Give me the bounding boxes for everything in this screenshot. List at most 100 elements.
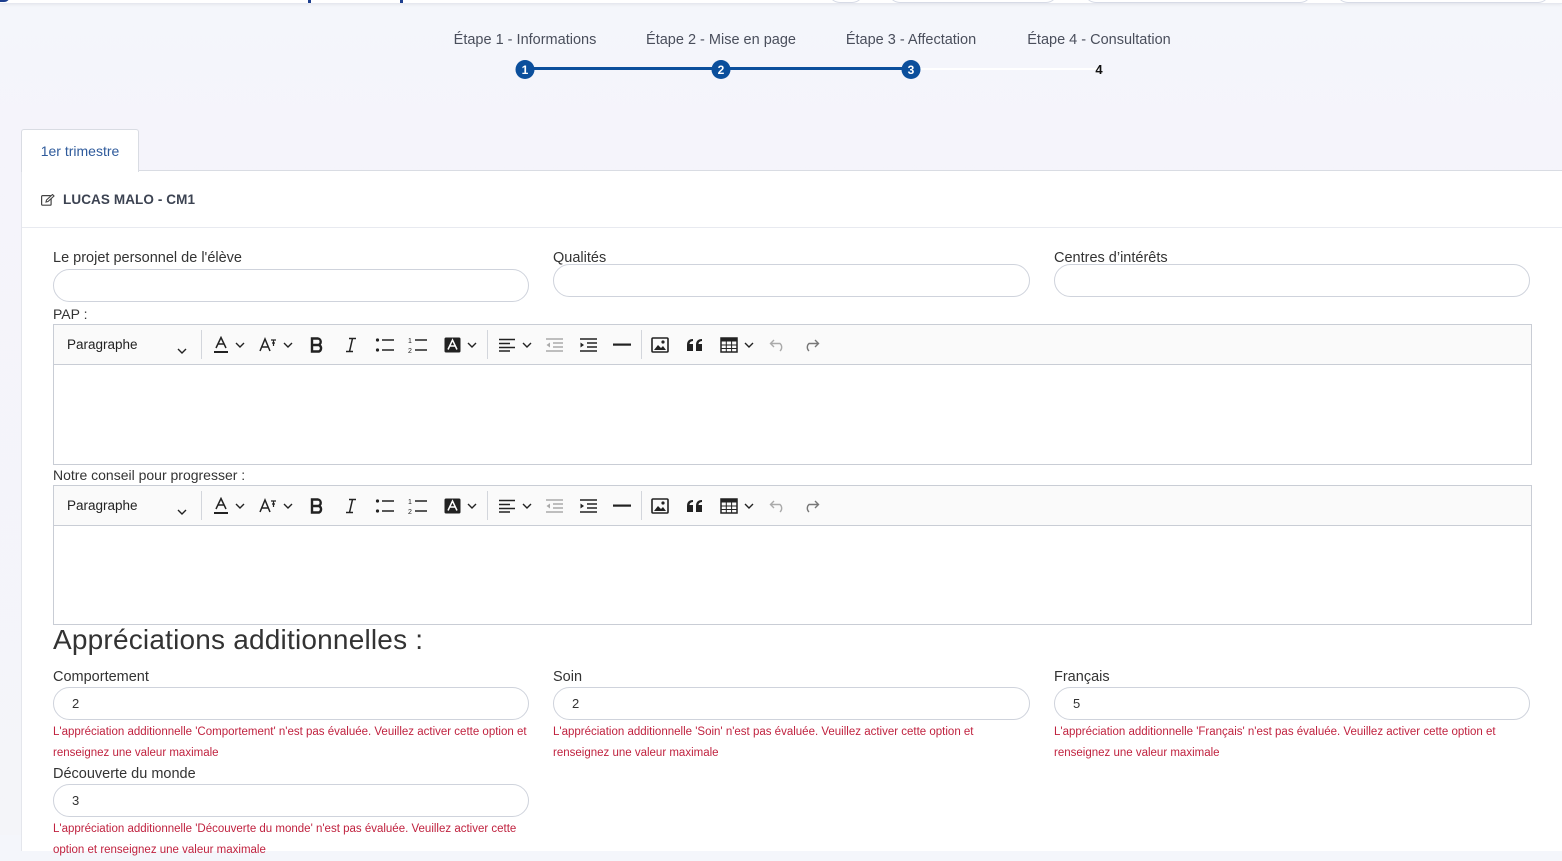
step-dot-2[interactable]: 2: [711, 60, 731, 79]
font-size-button[interactable]: [259, 495, 293, 517]
comportement-error: L'appréciation additionnelle 'Comporteme…: [53, 726, 527, 759]
svg-text:2: 2: [408, 348, 412, 354]
blockquote-icon: [686, 499, 704, 513]
toolbar-separator: [201, 330, 202, 359]
numbered-list-button[interactable]: 12: [408, 495, 428, 517]
align-button[interactable]: [498, 334, 532, 356]
step-label-2[interactable]: Étape 2 - Mise en page: [646, 32, 796, 48]
bold-icon: [310, 498, 324, 514]
align-icon: [498, 338, 516, 352]
conseil-editor-content[interactable]: [54, 526, 1531, 624]
undo-icon: [769, 338, 787, 352]
indent-button[interactable]: [579, 334, 598, 356]
block-format-dropdown[interactable]: Paragraphe: [54, 325, 194, 364]
toolbar-separator: [641, 330, 642, 359]
undo-icon: [769, 499, 787, 513]
italic-button[interactable]: [345, 334, 357, 356]
numbered-list-icon: 12: [408, 336, 428, 354]
chevron-down-icon: [235, 503, 245, 509]
soin-input[interactable]: [553, 687, 1030, 720]
outdent-icon: [545, 338, 564, 352]
font-color-button[interactable]: [213, 495, 245, 517]
step-dot-1[interactable]: 1: [515, 60, 535, 79]
image-icon: [651, 498, 669, 514]
soin-error: L'appréciation additionnelle 'Soin' n'es…: [553, 726, 974, 759]
bulleted-list-button[interactable]: [375, 334, 395, 356]
redo-icon: [802, 338, 820, 352]
chevron-down-icon: [744, 503, 754, 509]
bulleted-list-icon: [375, 498, 395, 514]
block-format-dropdown[interactable]: Paragraphe: [54, 486, 194, 525]
decouverte-label: Découverte du monde: [53, 766, 196, 782]
horizontal-line-button[interactable]: [613, 495, 631, 517]
decouverte-error: L'appréciation additionnelle 'Découverte…: [53, 823, 517, 856]
font-size-icon: [259, 337, 277, 353]
pap-editor-content[interactable]: [54, 365, 1531, 464]
italic-icon: [345, 337, 357, 353]
blockquote-button[interactable]: [686, 495, 704, 517]
horizontal-line-button[interactable]: [613, 334, 631, 356]
horizontal-line-icon: [613, 504, 631, 508]
block-format-label: Paragraphe: [67, 337, 138, 352]
stepper-remaining-line: [911, 68, 1099, 70]
font-color-icon: [213, 497, 229, 515]
chevron-down-icon: [522, 503, 532, 509]
editor-toolbar: Paragraphe 1 2: [54, 486, 1531, 526]
student-name-title: LUCAS MALO - CM1: [63, 192, 196, 207]
numbered-list-button[interactable]: 12: [408, 334, 428, 356]
step-label-1[interactable]: Étape 1 - Informations: [454, 32, 597, 48]
font-size-icon: [259, 498, 277, 514]
indent-button[interactable]: [579, 495, 598, 517]
centres-input[interactable]: [1054, 264, 1530, 297]
step-label-4[interactable]: Étape 4 - Consultation: [1027, 32, 1170, 48]
undo-button[interactable]: [769, 334, 787, 356]
image-button[interactable]: [651, 495, 669, 517]
chevron-down-icon: [467, 503, 477, 509]
toolbar-separator: [201, 491, 202, 520]
chevron-down-icon: [177, 502, 187, 520]
francais-input[interactable]: [1054, 687, 1530, 720]
highlight-button[interactable]: [444, 334, 477, 356]
indent-icon: [579, 338, 598, 352]
projet-input[interactable]: [53, 269, 529, 302]
projet-label: Le projet personnel de l'élève: [53, 250, 242, 266]
bulleted-list-button[interactable]: [375, 495, 395, 517]
redo-button[interactable]: [802, 334, 820, 356]
qualites-input[interactable]: [553, 264, 1030, 297]
francais-label: Français: [1054, 669, 1110, 685]
outdent-icon: [545, 499, 564, 513]
toolbar-separator: [641, 491, 642, 520]
bold-button[interactable]: [310, 334, 324, 356]
bold-button[interactable]: [310, 495, 324, 517]
comportement-label: Comportement: [53, 669, 149, 685]
table-button[interactable]: [720, 495, 754, 517]
step-dot-3[interactable]: 3: [901, 60, 921, 79]
table-button[interactable]: [720, 334, 754, 356]
edit-icon[interactable]: [41, 193, 55, 211]
redo-icon: [802, 499, 820, 513]
bold-icon: [310, 337, 324, 353]
highlight-icon: [444, 498, 461, 514]
outdent-button[interactable]: [545, 495, 564, 517]
font-color-button[interactable]: [213, 334, 245, 356]
step-dot-4[interactable]: 4: [1090, 60, 1109, 79]
blockquote-button[interactable]: [686, 334, 704, 356]
align-icon: [498, 499, 516, 513]
comportement-input[interactable]: [53, 687, 529, 720]
blockquote-icon: [686, 338, 704, 352]
tab-1er-trimestre[interactable]: 1er trimestre: [21, 129, 139, 172]
font-size-button[interactable]: [259, 334, 293, 356]
italic-button[interactable]: [345, 495, 357, 517]
decouverte-input[interactable]: [53, 784, 529, 817]
table-icon: [720, 337, 738, 353]
toolbar-separator: [487, 330, 488, 359]
undo-button[interactable]: [769, 495, 787, 517]
step-label-3[interactable]: Étape 3 - Affectation: [846, 32, 976, 48]
image-button[interactable]: [651, 334, 669, 356]
highlight-button[interactable]: [444, 495, 477, 517]
outdent-button[interactable]: [545, 334, 564, 356]
stepper: Étape 1 - Informations Étape 2 - Mise en…: [0, 0, 1562, 100]
align-button[interactable]: [498, 495, 532, 517]
conseil-label: Notre conseil pour progresser :: [53, 467, 246, 483]
redo-button[interactable]: [802, 495, 820, 517]
